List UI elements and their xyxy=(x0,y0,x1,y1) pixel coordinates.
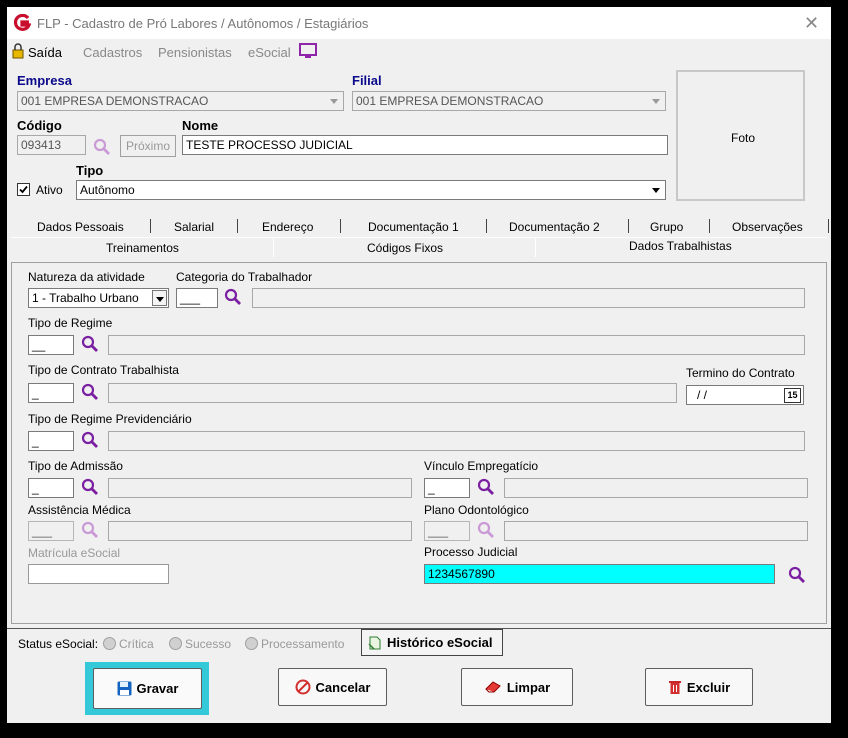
menu-bar: Saída Cadastros Pensionistas eSocial xyxy=(7,39,831,65)
tab-dados-pessoais[interactable]: Dados Pessoais xyxy=(37,220,124,234)
trash-icon xyxy=(668,681,681,694)
tab-codigos-fixos[interactable]: Códigos Fixos xyxy=(367,241,443,255)
historico-esocial-button[interactable]: Histórico eSocial xyxy=(361,629,503,656)
assistencia-label: Assistência Médica xyxy=(28,503,131,517)
regime-code-field[interactable]: __ xyxy=(28,335,74,355)
admissao-code-field[interactable]: _ xyxy=(28,478,74,498)
contrato-code-field[interactable]: _ xyxy=(28,383,74,403)
photo-frame[interactable]: Foto xyxy=(676,70,805,201)
contrato-description xyxy=(108,383,677,403)
foto-label: Foto xyxy=(731,131,756,145)
status-critica: Crítica xyxy=(103,637,154,651)
radio-icon xyxy=(103,637,116,650)
nome-label: Nome xyxy=(182,118,219,133)
search-contrato-icon[interactable] xyxy=(80,382,100,402)
processo-label: Processo Judicial xyxy=(424,545,518,559)
matricula-label: Matrícula eSocial xyxy=(28,546,121,560)
empresa-select[interactable]: 001 EMPRESA DEMONSTRACAO xyxy=(17,91,344,111)
save-icon xyxy=(117,681,132,696)
natureza-label: Natureza da atividade xyxy=(28,270,145,284)
natureza-select[interactable]: 1 - Trabalho Urbano xyxy=(28,288,169,308)
search-assistencia-icon[interactable] xyxy=(80,520,100,540)
ativo-label: Ativo xyxy=(36,183,63,197)
odontologico-code-field[interactable]: ___ xyxy=(424,521,470,541)
eraser-icon xyxy=(485,681,501,693)
previdenciario-label: Tipo de Regime Previdenciário xyxy=(28,412,192,426)
status-processamento: Processamento xyxy=(245,637,344,651)
previdenciario-description xyxy=(108,431,805,451)
termino-label: Termino do Contrato xyxy=(686,366,795,380)
matricula-field[interactable] xyxy=(28,564,169,584)
tipo-select[interactable]: Autônomo xyxy=(76,180,666,200)
search-regime-icon[interactable] xyxy=(80,334,100,354)
search-categoria-icon[interactable] xyxy=(223,287,243,307)
radio-icon xyxy=(245,637,258,650)
regime-description xyxy=(108,335,805,355)
contrato-label: Tipo de Contrato Trabalhista xyxy=(28,363,179,377)
regime-label: Tipo de Regime xyxy=(28,316,113,330)
radio-icon xyxy=(169,637,182,650)
tab-endereco[interactable]: Endereço xyxy=(262,220,313,234)
document-icon xyxy=(368,636,381,650)
proximo-button[interactable]: Próximo xyxy=(120,135,176,157)
window-title: FLP - Cadastro de Pró Labores / Autônomo… xyxy=(37,16,369,31)
status-sucesso: Sucesso xyxy=(169,637,231,651)
menu-esocial[interactable]: eSocial xyxy=(248,45,291,60)
odontologico-label: Plano Odontológico xyxy=(424,503,529,517)
admissao-label: Tipo de Admissão xyxy=(28,459,123,473)
tab-dados-trabalhistas[interactable]: Dados Trabalhistas xyxy=(629,239,732,253)
menu-saida[interactable]: Saída xyxy=(28,45,62,60)
empresa-label: Empresa xyxy=(17,73,72,88)
app-logo-icon xyxy=(13,14,31,31)
tab-observacoes[interactable]: Observações xyxy=(732,220,803,234)
monitor-icon[interactable] xyxy=(299,43,317,62)
categoria-label: Categoria do Trabalhador xyxy=(176,270,313,284)
gravar-button[interactable]: Gravar xyxy=(93,668,202,709)
assistencia-code-field[interactable]: ___ xyxy=(28,521,74,541)
search-vinculo-icon[interactable] xyxy=(476,477,496,497)
admissao-description xyxy=(108,478,412,498)
search-admissao-icon[interactable] xyxy=(80,477,100,497)
excluir-button[interactable]: Excluir xyxy=(645,668,753,706)
ativo-checkbox[interactable] xyxy=(17,183,30,199)
search-odontologico-icon[interactable] xyxy=(476,520,496,540)
categoria-description xyxy=(252,288,805,308)
tab-documentacao-2[interactable]: Documentação 2 xyxy=(509,220,600,234)
tab-salarial[interactable]: Salarial xyxy=(174,220,214,234)
status-esocial-label: Status eSocial: xyxy=(18,637,99,651)
limpar-button[interactable]: Limpar xyxy=(461,668,573,706)
title-bar: FLP - Cadastro de Pró Labores / Autônomo… xyxy=(7,7,831,39)
filial-select[interactable]: 001 EMPRESA DEMONSTRACAO xyxy=(352,91,666,111)
close-icon[interactable]: ✕ xyxy=(804,13,819,34)
cancel-icon xyxy=(295,679,311,695)
cancelar-button[interactable]: Cancelar xyxy=(278,668,387,706)
search-processo-icon[interactable] xyxy=(787,565,807,585)
categoria-code-field[interactable]: ___ xyxy=(176,288,218,308)
tab-treinamentos[interactable]: Treinamentos xyxy=(106,241,179,255)
tab-documentacao-1[interactable]: Documentação 1 xyxy=(368,220,459,234)
vinculo-code-field[interactable]: _ xyxy=(424,478,470,498)
search-previdenciario-icon[interactable] xyxy=(80,430,100,450)
tab-grupo[interactable]: Grupo xyxy=(650,220,683,234)
nome-field[interactable]: TESTE PROCESSO JUDICIAL xyxy=(182,135,668,155)
search-codigo-icon[interactable] xyxy=(92,137,112,157)
lock-icon xyxy=(11,43,25,62)
tipo-label: Tipo xyxy=(76,163,104,178)
processo-judicial-field[interactable]: 1234567890 xyxy=(424,564,775,584)
filial-label: Filial xyxy=(352,73,382,88)
codigo-field[interactable]: 093413 xyxy=(17,135,86,155)
termino-date-field[interactable]: / / 15 xyxy=(686,385,804,405)
calendar-icon[interactable]: 15 xyxy=(784,388,801,403)
app-window: FLP - Cadastro de Pró Labores / Autônomo… xyxy=(7,7,831,723)
menu-pensionistas[interactable]: Pensionistas xyxy=(158,45,232,60)
vinculo-description xyxy=(504,478,808,498)
odontologico-description xyxy=(504,521,808,541)
menu-cadastros[interactable]: Cadastros xyxy=(83,45,142,60)
vinculo-label: Vínculo Empregatício xyxy=(424,459,539,473)
assistencia-description xyxy=(108,521,412,541)
previdenciario-code-field[interactable]: _ xyxy=(28,431,74,451)
codigo-label: Código xyxy=(17,118,62,133)
